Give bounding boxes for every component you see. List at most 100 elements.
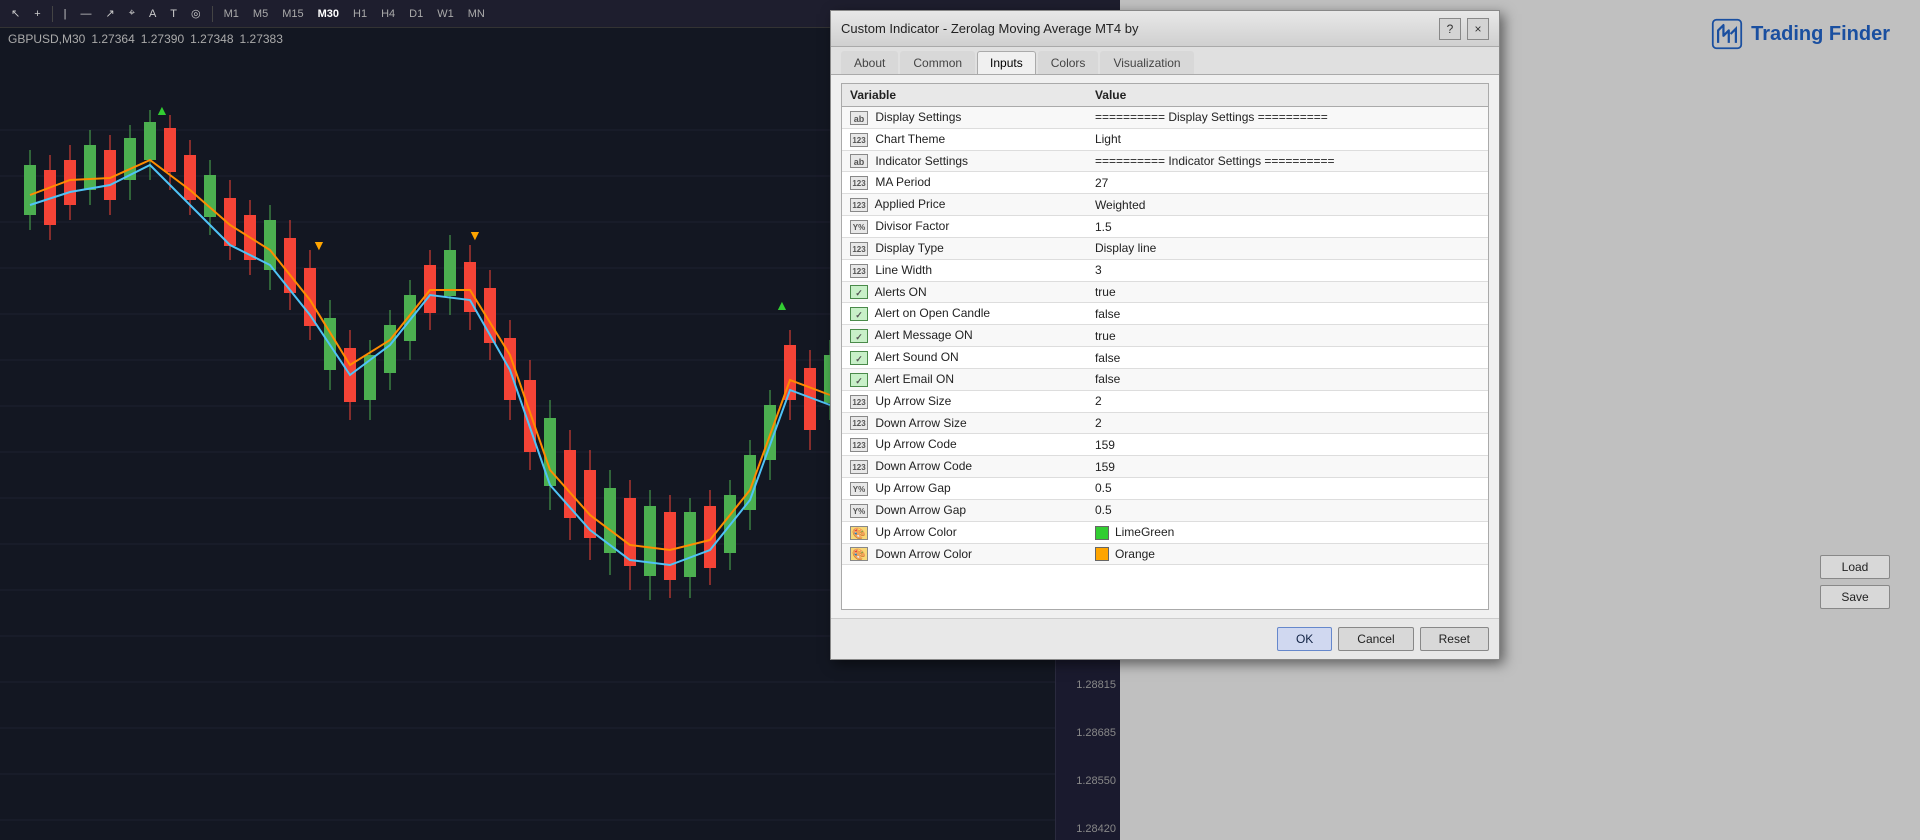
table-row[interactable]: ✓ Alerts ONtrue: [842, 281, 1488, 303]
var-type-icon: 🎨: [850, 547, 868, 561]
var-name: Up Arrow Gap: [872, 481, 951, 495]
dialog-close-button[interactable]: ×: [1467, 18, 1489, 40]
dialog-title-buttons: ? ×: [1439, 18, 1489, 40]
toolbar-label[interactable]: T: [165, 6, 182, 22]
var-value: 159: [1095, 438, 1115, 452]
table-row[interactable]: ab Indicator Settings========== Indicato…: [842, 150, 1488, 172]
var-value: 27: [1095, 176, 1108, 190]
toolbar-crosshair[interactable]: +: [29, 6, 45, 22]
table-row[interactable]: 123 Line Width3: [842, 259, 1488, 281]
table-row[interactable]: Y% Up Arrow Gap0.5: [842, 478, 1488, 500]
table-row[interactable]: Y% Divisor Factor1.5: [842, 216, 1488, 238]
candle-5: [104, 135, 116, 215]
tf-m15[interactable]: M15: [277, 6, 308, 22]
ok-button[interactable]: OK: [1277, 627, 1332, 651]
tf-m1[interactable]: M1: [219, 6, 244, 22]
table-cell-variable: ✓ Alert Email ON: [842, 368, 1087, 390]
tab-inputs[interactable]: Inputs: [977, 51, 1036, 74]
table-cell-variable: Y% Divisor Factor: [842, 216, 1087, 238]
table-row[interactable]: 123 Display TypeDisplay line: [842, 237, 1488, 259]
var-type-icon: ✓: [850, 351, 868, 365]
table-cell-variable: ✓ Alerts ON: [842, 281, 1087, 303]
table-row[interactable]: 123 Up Arrow Size2: [842, 390, 1488, 412]
reset-button[interactable]: Reset: [1420, 627, 1489, 651]
var-value: 0.5: [1095, 503, 1112, 517]
var-type-icon: ✓: [850, 307, 868, 321]
var-name: Display Type: [872, 241, 944, 255]
color-swatch: [1095, 547, 1109, 561]
tf-d1[interactable]: D1: [404, 6, 428, 22]
table-row[interactable]: 123 Chart ThemeLight: [842, 128, 1488, 150]
var-value: 2: [1095, 394, 1102, 408]
dialog-help-button[interactable]: ?: [1439, 18, 1461, 40]
table-cell-value: false: [1087, 303, 1488, 325]
var-name: Down Arrow Color: [872, 547, 972, 561]
toolbar-hline[interactable]: —: [76, 6, 97, 22]
table-cell-variable: ✓ Alert Sound ON: [842, 347, 1087, 369]
table-cell-variable: ab Display Settings: [842, 107, 1087, 129]
toolbar-channel[interactable]: ⌖: [124, 5, 140, 22]
toolbar-vline[interactable]: |: [59, 6, 72, 22]
var-type-icon: Y%: [850, 220, 868, 234]
candle-23: [464, 245, 476, 330]
var-name: Alert Message ON: [872, 328, 973, 342]
dialog-footer: OK Cancel Reset: [831, 618, 1499, 659]
table-row[interactable]: 🎨 Up Arrow ColorLimeGreen: [842, 521, 1488, 543]
var-name: Line Width: [872, 263, 932, 277]
load-button[interactable]: Load: [1820, 555, 1890, 579]
table-row[interactable]: 123 MA Period27: [842, 172, 1488, 194]
tab-colors[interactable]: Colors: [1038, 51, 1099, 74]
tf-h4[interactable]: H4: [376, 6, 400, 22]
table-row[interactable]: Y% Down Arrow Gap0.5: [842, 499, 1488, 521]
toolbar-divider-2: [212, 6, 213, 22]
candle-37: [744, 440, 756, 530]
toolbar-text[interactable]: A: [144, 6, 161, 22]
table-cell-variable: 🎨 Down Arrow Color: [842, 543, 1087, 565]
load-save-area: Load Save: [1820, 555, 1890, 609]
tab-common[interactable]: Common: [900, 51, 975, 74]
price-level-15: 1.28685: [1060, 727, 1116, 739]
toolbar-trend[interactable]: ↗: [101, 5, 120, 22]
table-header-row: Variable Value: [842, 84, 1488, 107]
tab-about[interactable]: About: [841, 51, 898, 74]
toolbar-cursor[interactable]: ↖: [6, 5, 25, 22]
save-button[interactable]: Save: [1820, 585, 1890, 609]
var-name: Up Arrow Color: [872, 525, 957, 539]
table-row[interactable]: ✓ Alert Email ONfalse: [842, 368, 1488, 390]
tf-w1[interactable]: W1: [432, 6, 459, 22]
var-type-icon: 123: [850, 438, 868, 452]
table-row[interactable]: 123 Down Arrow Code159: [842, 456, 1488, 478]
var-value: Weighted: [1095, 198, 1145, 212]
table-row[interactable]: ab Display Settings========== Display Se…: [842, 107, 1488, 129]
tab-visualization[interactable]: Visualization: [1100, 51, 1193, 74]
tf-m30[interactable]: M30: [313, 6, 344, 22]
var-type-icon: 123: [850, 133, 868, 147]
tf-mn[interactable]: MN: [463, 6, 490, 22]
table-row[interactable]: 🎨 Down Arrow ColorOrange: [842, 543, 1488, 565]
table-row[interactable]: 123 Applied PriceWeighted: [842, 194, 1488, 216]
var-name: Up Arrow Size: [872, 394, 951, 408]
table-row[interactable]: ✓ Alert Sound ONfalse: [842, 347, 1488, 369]
tf-m5[interactable]: M5: [248, 6, 273, 22]
chart-price-open: 1.27364: [91, 32, 134, 46]
var-name: Down Arrow Size: [872, 416, 967, 430]
var-type-icon: 123: [850, 416, 868, 430]
table-cell-value: 159: [1087, 434, 1488, 456]
var-type-icon: 123: [850, 460, 868, 474]
chart-price-close: 1.27383: [240, 32, 283, 46]
var-name: Chart Theme: [872, 132, 945, 146]
var-value: true: [1095, 329, 1116, 343]
table-row[interactable]: 123 Up Arrow Code159: [842, 434, 1488, 456]
table-row[interactable]: ✓ Alert Message ONtrue: [842, 325, 1488, 347]
table-row[interactable]: ✓ Alert on Open Candle false: [842, 303, 1488, 325]
tf-logo-icon: [1711, 18, 1743, 50]
cancel-button[interactable]: Cancel: [1338, 627, 1413, 651]
dialog-table: Variable Value ab Display Settings======…: [842, 84, 1488, 565]
toolbar-ellipse[interactable]: ◎: [186, 5, 206, 22]
var-type-icon: 123: [850, 176, 868, 190]
tf-h1[interactable]: H1: [348, 6, 372, 22]
dialog-table-container[interactable]: Variable Value ab Display Settings======…: [841, 83, 1489, 610]
var-type-icon: ✓: [850, 285, 868, 299]
table-row[interactable]: 123 Down Arrow Size2: [842, 412, 1488, 434]
var-name: Alert on Open Candle: [872, 306, 990, 320]
